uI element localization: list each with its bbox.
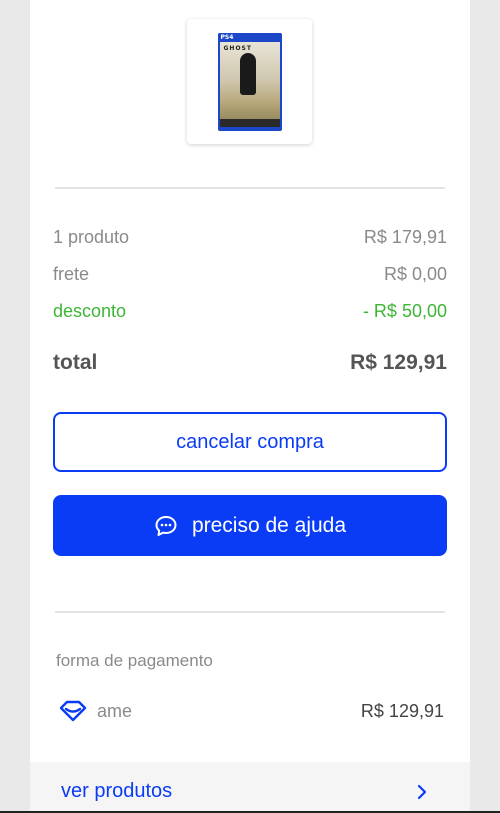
payment-method-row: ame R$ 129,91 — [58, 700, 444, 722]
payment-method-name: ame — [97, 700, 133, 721]
view-products-link[interactable]: ver produtos — [61, 780, 172, 803]
divider-top — [55, 187, 445, 189]
need-help-label: preciso de ajuda — [191, 513, 347, 537]
cancel-order-label: cancelar compra — [176, 430, 324, 453]
cancel-order-button[interactable]: cancelar compra — [53, 412, 447, 472]
divider-payment — [55, 611, 445, 613]
payment-method: ame — [58, 700, 132, 722]
cover-footer — [219, 118, 280, 127]
summary-row-discount: desconto - R$ 50,00 — [53, 301, 447, 322]
total-label: total — [53, 351, 98, 374]
product-thumbnail[interactable]: PS4 GHOST — [187, 19, 312, 144]
game-cover-image: PS4 GHOST — [217, 32, 282, 131]
discount-label: desconto — [53, 301, 127, 321]
order-detail-card: PS4 GHOST 1 produto R$ 179,91 frete R$ 0… — [30, 0, 470, 813]
summary-row-total: total R$ 129,91 — [53, 351, 447, 375]
cover-figure — [239, 52, 256, 95]
items-label: 1 produto — [53, 227, 130, 247]
ame-diamond-icon — [59, 700, 87, 722]
total-value: R$ 129,91 — [350, 351, 447, 374]
summary-row-items: 1 produto R$ 179,91 — [53, 227, 447, 248]
payment-method-amount: R$ 129,91 — [360, 700, 444, 721]
discount-value: - R$ 50,00 — [362, 301, 447, 321]
items-value: R$ 179,91 — [363, 227, 447, 247]
summary-row-shipping: frete R$ 0,00 — [53, 264, 447, 285]
shipping-value: R$ 0,00 — [383, 264, 447, 284]
shipping-label: frete — [53, 264, 90, 284]
platform-badge: PS4 — [217, 32, 282, 42]
need-help-button[interactable]: preciso de ajuda — [53, 495, 447, 556]
payment-section-title: forma de pagamento — [56, 651, 213, 670]
cover-logo: GHOST — [223, 44, 252, 52]
chevron-right-icon[interactable] — [415, 783, 429, 801]
chat-bubble-icon — [155, 515, 177, 536]
